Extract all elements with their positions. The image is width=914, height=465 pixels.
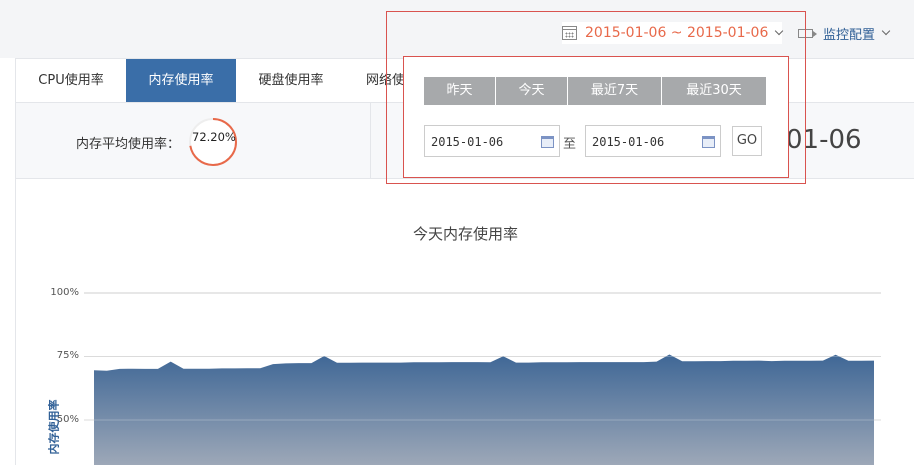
start-date-input[interactable]: 2015-01-06: [424, 125, 560, 157]
chart-plot: [84, 292, 881, 465]
stat-divider: [370, 103, 371, 179]
chevron-down-icon: [775, 26, 784, 36]
date-range-text: 2015-01-06 ~ 2015-01-06: [585, 25, 769, 41]
y-axis-label: 内存使用率: [47, 399, 61, 455]
y-tick-label: 75%: [56, 350, 79, 361]
end-date-value: 2015-01-06: [592, 135, 665, 149]
monitor-config-label: 监控配置: [823, 27, 876, 43]
y-tick-label: 100%: [50, 287, 79, 298]
date-range-selector[interactable]: 2015-01-06 ~ 2015-01-06: [562, 22, 784, 44]
date-picker-popup: 昨天 今天 最近7天 最近30天 2015-01-06 至 2015-01-06…: [403, 56, 789, 178]
quick-yesterday-button[interactable]: 昨天: [424, 77, 496, 105]
tab-network[interactable]: 网络使: [346, 59, 406, 102]
tab-disk[interactable]: 硬盘使用率: [236, 59, 346, 102]
video-camera-icon: [798, 28, 817, 38]
memory-usage-chart: 今天内存使用率 100% 75% 50% 内存使用率: [15, 179, 914, 465]
go-button[interactable]: GO: [732, 126, 762, 156]
current-date-display: 01-06: [786, 125, 862, 155]
quick-30days-button[interactable]: 最近30天: [662, 77, 766, 105]
to-label: 至: [563, 137, 577, 152]
quick-range-buttons: 昨天 今天 最近7天 最近30天: [424, 77, 766, 105]
chevron-down-icon: [881, 26, 891, 36]
calendar-icon[interactable]: [541, 136, 554, 148]
tab-cpu[interactable]: CPU使用率: [16, 59, 126, 102]
monitor-config-menu[interactable]: 监控配置: [798, 22, 891, 44]
quick-today-button[interactable]: 今天: [496, 77, 568, 105]
calendar-icon: [562, 26, 577, 40]
quick-7days-button[interactable]: 最近7天: [568, 77, 662, 105]
calendar-icon[interactable]: [702, 136, 715, 148]
tab-memory[interactable]: 内存使用率: [126, 59, 236, 102]
avg-usage-label: 内存平均使用率：: [76, 137, 181, 152]
start-date-value: 2015-01-06: [431, 135, 504, 149]
memory-usage-area-series: [94, 354, 874, 465]
avg-usage-value: 72.20%: [192, 130, 236, 144]
end-date-input[interactable]: 2015-01-06: [585, 125, 721, 157]
top-bar: 2015-01-06 ~ 2015-01-06 监控配置: [0, 0, 914, 58]
